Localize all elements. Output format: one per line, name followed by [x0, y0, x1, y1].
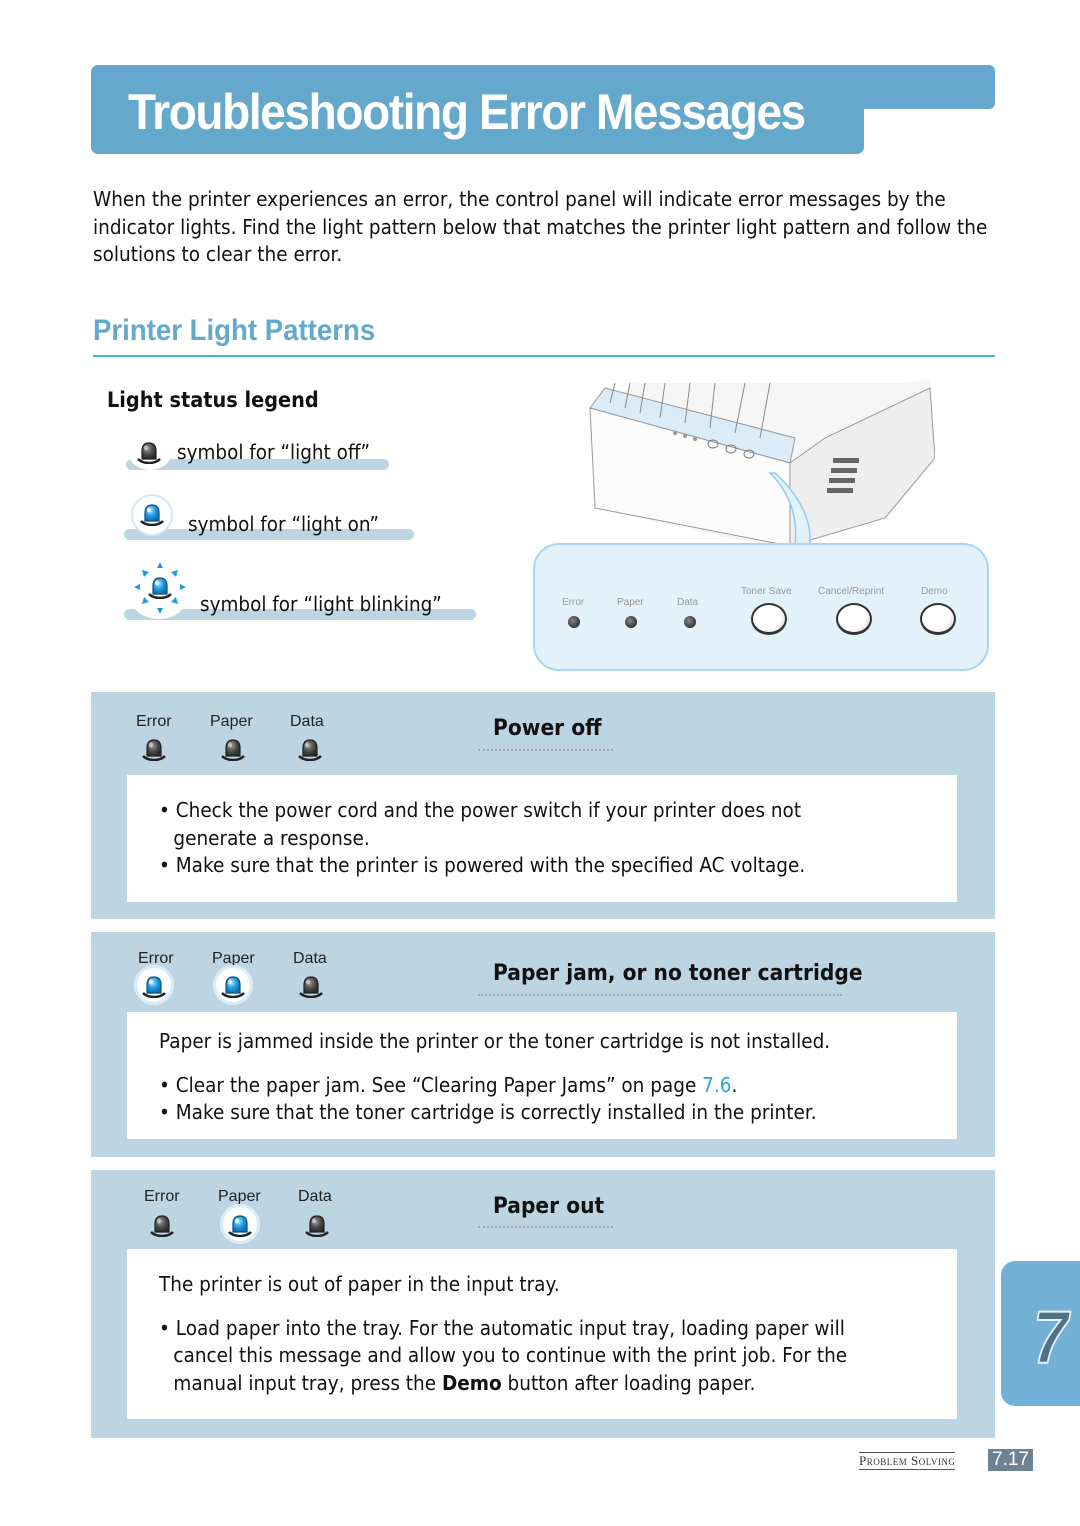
light-off-icon	[298, 974, 324, 998]
printer-illustration	[589, 378, 935, 547]
panel-label-data: Data	[677, 597, 699, 608]
solution-item: • Check the power cord and the power swi…	[159, 798, 802, 850]
light-label-paper: Paper	[210, 713, 253, 730]
light-off-icon	[304, 1213, 330, 1237]
light-label-data: Data	[293, 950, 327, 967]
light-label-error: Error	[144, 1188, 180, 1205]
panel-label-toner-save: Toner Save	[741, 586, 792, 597]
footer-section: Problem Solving	[859, 1452, 956, 1470]
solution-item: • Load paper into the tray. For the auto…	[159, 1315, 848, 1395]
light-on-icon	[141, 974, 167, 998]
heading-underline	[478, 994, 842, 996]
demo-button-ref: Demo	[441, 1370, 502, 1395]
heading-underline	[478, 749, 613, 751]
error-solution-box: • Check the power cord and the power swi…	[127, 775, 957, 902]
light-blinking-icon	[134, 562, 186, 614]
solution-list: The printer is out of paper in the input…	[159, 1271, 888, 1397]
light-on-icon	[220, 974, 246, 998]
light-off-icon	[149, 1213, 175, 1237]
error-power-off: Error Paper Data Power off • Check the p…	[91, 692, 995, 919]
intro-paragraph: When the printer experiences an error, t…	[93, 187, 988, 266]
section-divider	[93, 355, 995, 357]
panel-led-paper	[625, 616, 637, 628]
light-off-icon	[297, 737, 323, 761]
page-link[interactable]: 7.6	[702, 1073, 731, 1097]
page-number: 7.17	[988, 1449, 1033, 1471]
error-solution-box: Paper is jammed inside the printer or th…	[127, 1012, 957, 1139]
error-heading: Paper out	[493, 1194, 605, 1219]
toner-save-button	[751, 603, 787, 635]
error-heading: Power off	[493, 716, 602, 741]
page-title: Troubleshooting Error Messages	[128, 84, 806, 140]
light-off-icon	[136, 440, 162, 464]
chapter-number: 7	[1032, 1295, 1069, 1380]
cancel-reprint-button	[836, 603, 872, 635]
light-label-data: Data	[290, 713, 324, 730]
light-label-error: Error	[136, 713, 172, 730]
panel-label-demo: Demo	[921, 586, 948, 597]
control-panel: Error Paper Data Toner Save Cancel/Repri…	[533, 543, 989, 671]
error-paper-jam: Error Paper Data Paper jam, or no toner …	[91, 932, 995, 1157]
panel-label-error: Error	[562, 597, 585, 608]
error-description: The printer is out of paper in the input…	[159, 1272, 560, 1296]
error-heading: Paper jam, or no toner cartridge	[493, 961, 863, 986]
panel-led-data	[684, 616, 696, 628]
error-description: Paper is jammed inside the printer or th…	[159, 1029, 831, 1053]
panel-led-error	[568, 616, 580, 628]
error-paper-out: Error Paper Data Paper out The printer i…	[91, 1170, 995, 1438]
solution-item: • Clear the paper jam. See “Clearing Pap…	[159, 1072, 738, 1097]
solution-list: • Check the power cord and the power swi…	[159, 797, 888, 880]
heading-underline	[478, 1226, 613, 1228]
solution-item: • Make sure that the toner cartridge is …	[159, 1100, 817, 1124]
demo-button	[920, 603, 956, 635]
light-label-data: Data	[298, 1188, 332, 1205]
solution-item: • Make sure that the printer is powered …	[159, 853, 806, 877]
legend-label-on: symbol for “light on”	[188, 512, 380, 536]
legend-title: Light status legend	[107, 388, 319, 412]
error-solution-box: The printer is out of paper in the input…	[127, 1249, 957, 1419]
light-off-icon	[141, 737, 167, 761]
legend-label-blinking: symbol for “light blinking”	[200, 592, 442, 616]
section-title: Printer Light Patterns	[93, 314, 376, 347]
solution-list: Paper is jammed inside the printer or th…	[159, 1028, 888, 1127]
panel-label-paper: Paper	[617, 597, 644, 608]
legend-label-off: symbol for “light off”	[177, 440, 371, 464]
light-on-icon	[227, 1213, 253, 1237]
light-off-icon	[220, 737, 246, 761]
light-on-icon	[139, 502, 165, 526]
panel-label-cancel-reprint: Cancel/Reprint	[818, 586, 885, 597]
title-banner-tab	[840, 65, 995, 109]
